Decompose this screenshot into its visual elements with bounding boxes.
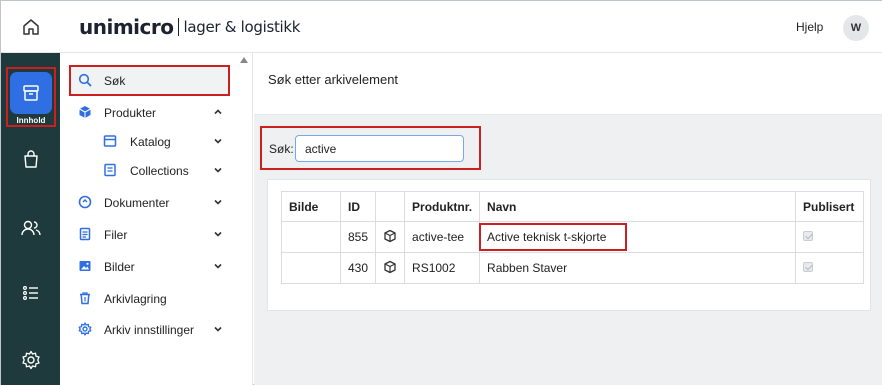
table-header-row: Bilde ID Produktnr. Navn Publisert xyxy=(281,191,865,222)
nav-item-filer[interactable]: Filer xyxy=(60,221,240,247)
search-icon xyxy=(78,73,92,87)
main-content: Søk etter arkivelement Søk: Bilde ID Pro… xyxy=(254,53,882,385)
image-icon xyxy=(78,259,92,273)
collection-icon xyxy=(103,163,117,177)
cube-icon xyxy=(384,229,396,242)
published-checkbox xyxy=(803,262,814,272)
document-icon xyxy=(78,195,92,209)
trash-icon xyxy=(78,291,92,305)
chevron-down-icon xyxy=(214,263,222,269)
list-icon xyxy=(22,285,38,301)
nav-item-arkivlagring[interactable]: Arkivlagring xyxy=(60,285,240,311)
rail-item-innhold[interactable] xyxy=(10,72,52,114)
catalog-icon xyxy=(103,134,117,148)
column-header-type xyxy=(375,191,406,222)
users-icon xyxy=(21,220,41,236)
help-link[interactable]: Hjelp xyxy=(796,20,823,34)
search-input[interactable] xyxy=(295,135,464,162)
nav-item-dokumenter[interactable]: Dokumenter xyxy=(60,189,240,215)
home-button[interactable] xyxy=(1,1,60,53)
rail-item-list[interactable] xyxy=(18,280,44,306)
rail-item-shop[interactable] xyxy=(18,146,44,172)
column-header-bilde[interactable]: Bilde xyxy=(281,191,341,222)
nav-item-katalog[interactable]: Katalog xyxy=(60,128,240,154)
cell-published xyxy=(795,252,865,284)
nav-item-label: Arkiv innstillinger xyxy=(104,323,195,337)
rail-item-innhold-label: Innhold xyxy=(16,116,46,125)
nav-item-label: Bilder xyxy=(104,260,135,274)
table-row[interactable]: 855 active-tee Active teknisk t-skjorte xyxy=(281,221,865,253)
cell-id: 855 xyxy=(339,221,377,253)
brand-subtitle: lager & logistikk xyxy=(183,18,301,36)
rail-item-settings[interactable] xyxy=(18,347,44,373)
chevron-down-icon xyxy=(214,167,222,173)
nav-item-label: Produkter xyxy=(104,106,157,120)
nav-item-label: Arkivlagring xyxy=(104,292,167,306)
brand-name: unimicro xyxy=(79,15,174,39)
rail-item-users[interactable] xyxy=(18,215,44,241)
cell-product-no: active-tee xyxy=(404,221,481,253)
nav-item-label: Katalog xyxy=(130,135,171,149)
cell-image xyxy=(281,252,341,284)
cube-icon xyxy=(384,260,396,273)
cell-image xyxy=(281,221,341,253)
home-icon xyxy=(22,19,39,35)
nav-item-collections[interactable]: Collections xyxy=(60,157,240,183)
column-header-id[interactable]: ID xyxy=(339,191,377,222)
nav-item-sok[interactable]: Søk xyxy=(60,67,240,93)
chevron-down-icon xyxy=(214,138,222,144)
nav-item-label: Collections xyxy=(130,164,189,178)
settings-icon xyxy=(78,322,92,336)
cell-type xyxy=(375,221,406,253)
column-header-publisert[interactable]: Publisert xyxy=(795,191,865,222)
nav-item-label: Filer xyxy=(104,228,128,242)
main-rail: Innhold xyxy=(1,53,60,385)
search-label: Søk: xyxy=(269,142,294,156)
page-title: Søk etter arkivelement xyxy=(268,72,399,87)
chevron-up-icon xyxy=(214,109,222,115)
archive-box-icon xyxy=(23,85,39,101)
cell-id: 430 xyxy=(339,252,377,284)
nav-item-label: Søk xyxy=(104,74,126,88)
files-icon xyxy=(78,227,92,241)
sub-navigation: Søk Produkter Katalog Collections Dokume… xyxy=(60,53,253,385)
cell-published xyxy=(795,221,865,253)
top-header: unimicro lager & logistikk Hjelp W xyxy=(1,1,882,53)
table-row[interactable]: 430 RS1002 Rabben Staver xyxy=(281,252,865,284)
app-frame: unimicro lager & logistikk Hjelp W Innho… xyxy=(0,0,882,385)
chevron-down-icon xyxy=(214,231,222,237)
page-header: Søk etter arkivelement xyxy=(254,53,882,115)
cell-type xyxy=(375,252,406,284)
published-checkbox xyxy=(803,231,814,241)
cell-product-no: RS1002 xyxy=(404,252,481,284)
column-header-produktnr[interactable]: Produktnr. xyxy=(404,191,481,222)
avatar-initial: W xyxy=(850,22,862,34)
nav-item-produkter[interactable]: Produkter xyxy=(60,99,240,125)
column-header-navn[interactable]: Navn xyxy=(479,191,797,222)
nav-item-arkiv-innstillinger[interactable]: Arkiv innstillinger xyxy=(60,316,240,342)
shopping-bag-icon xyxy=(24,150,38,168)
cell-name-text[interactable]: Active teknisk t-skjorte xyxy=(479,223,628,251)
results-table: Bilde ID Produktnr. Navn Publisert 855 a… xyxy=(281,191,865,284)
gear-icon xyxy=(22,350,40,370)
brand-separator xyxy=(177,18,179,36)
scroll-up-arrow-icon[interactable] xyxy=(240,57,248,63)
chevron-down-icon xyxy=(214,199,222,205)
chevron-down-icon xyxy=(214,326,222,332)
cell-name[interactable]: Rabben Staver xyxy=(479,252,797,284)
results-card: Bilde ID Produktnr. Navn Publisert 855 a… xyxy=(267,179,871,311)
nav-item-label: Dokumenter xyxy=(104,196,170,210)
cube-icon xyxy=(78,105,92,119)
brand-logo[interactable]: unimicro lager & logistikk xyxy=(79,15,300,39)
cell-name[interactable]: Active teknisk t-skjorte xyxy=(479,221,797,253)
avatar[interactable]: W xyxy=(843,15,869,41)
nav-item-bilder[interactable]: Bilder xyxy=(60,253,240,279)
